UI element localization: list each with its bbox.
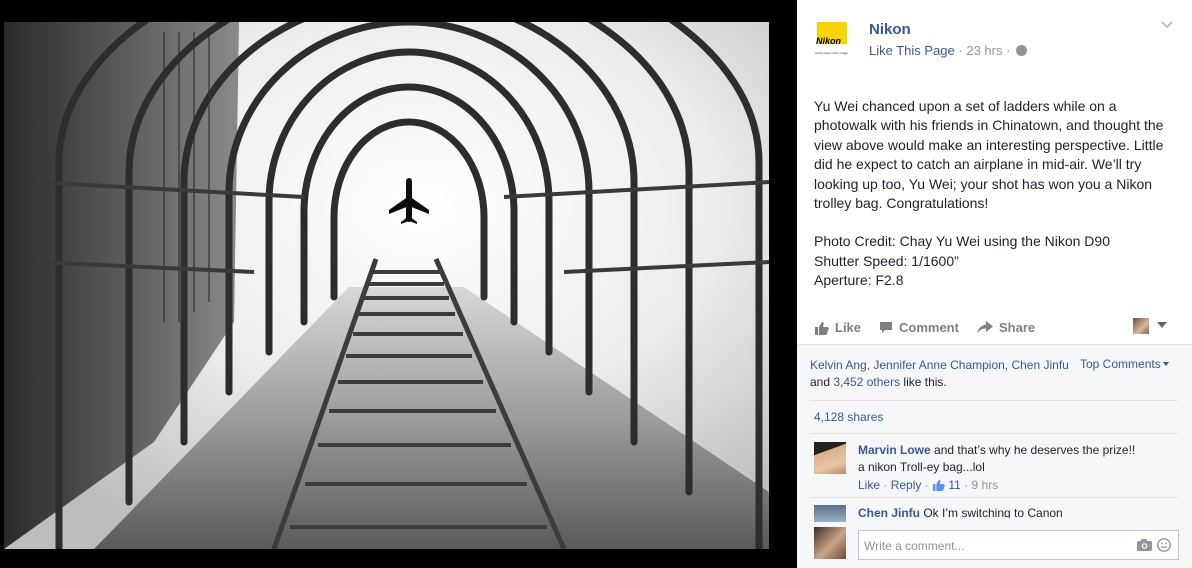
commenter-avatar[interactable] [814, 505, 846, 523]
comment-composer: Write a comment... [797, 522, 1192, 568]
comment-button[interactable]: Comment [879, 320, 959, 335]
post-timestamp[interactable]: 23 hrs [966, 43, 1002, 58]
comment-body: Marvin Lowe and that’s why he deserves t… [858, 442, 1138, 476]
comment-text: Ok I’m switching to Canon [920, 506, 1063, 518]
share-arrow-icon [977, 321, 993, 334]
comment-body: Chen Jinfu Ok I’m switching to Canon [858, 505, 1138, 518]
shares-count[interactable]: 4,128 shares [814, 410, 883, 424]
commenter-avatar[interactable] [814, 442, 846, 474]
camera-icon[interactable] [1137, 539, 1152, 551]
nikon-logo-tagline: At the heart of the image [815, 51, 848, 55]
nikon-logo-wordmark: Nikon [816, 36, 842, 46]
photo-pane [0, 0, 797, 568]
top-comments-dropdown[interactable]: Top Comments [1080, 357, 1169, 371]
post-photo[interactable] [4, 22, 769, 549]
photo-credit: Photo Credit: Chay Yu Wei using the Niko… [814, 233, 1110, 250]
comment-placeholder: Write a comment... [864, 539, 965, 553]
divider [810, 433, 1178, 434]
comment-meta: Like · Reply · 11 · 9 hrs [858, 478, 999, 492]
comment-author[interactable]: Chen Jinfu [858, 506, 920, 518]
meta-separator: · [958, 43, 963, 58]
likers-and: and [810, 375, 834, 389]
like-button[interactable]: Like [814, 320, 861, 335]
others-link[interactable]: 3,452 others [833, 375, 900, 389]
globe-icon [1016, 45, 1028, 56]
post-side-panel: Nikon At the heart of the image Nikon Li… [797, 0, 1192, 568]
post-body: Yu Wei chanced upon a set of ladders whi… [814, 98, 1164, 212]
thumbs-up-icon [932, 479, 945, 491]
comment-like-count[interactable]: 11 [948, 478, 960, 492]
top-comments-label: Top Comments [1080, 357, 1161, 371]
like-page-link[interactable]: Like This Page [869, 43, 955, 58]
dropdown-caret-icon [1162, 362, 1169, 366]
like-label: Like [835, 320, 862, 335]
aperture: Aperture: F2.8 [814, 272, 904, 289]
likers-names-link[interactable]: Kelvin Ang, Jennifer Anne Champion, Chen… [810, 358, 1069, 372]
comment-label: Comment [899, 320, 959, 335]
divider [810, 400, 1178, 401]
thumbs-up-icon [815, 321, 829, 335]
emoji-icon[interactable] [1157, 538, 1171, 552]
divider [810, 497, 1178, 498]
comment-time[interactable]: 9 hrs [972, 478, 999, 492]
comment-reply-link[interactable]: Reply [891, 478, 922, 492]
comment-input[interactable]: Write a comment... [858, 530, 1179, 560]
likers-tail: like this. [900, 375, 947, 389]
comment-author[interactable]: Marvin Lowe [858, 443, 931, 457]
comment-icon [880, 322, 892, 333]
shutter-speed: Shutter Speed: 1/1600” [814, 252, 959, 269]
post-meta: Like This Page · 23 hrs · [869, 43, 1028, 58]
meta-separator-2: · [1006, 43, 1011, 58]
post-as-avatar[interactable] [1133, 318, 1149, 334]
comment-like-link[interactable]: Like [858, 478, 880, 492]
share-button[interactable]: Share [977, 320, 1035, 335]
share-label: Share [999, 320, 1036, 335]
post-credits: Photo Credit: Chay Yu Wei using the Niko… [814, 232, 1176, 290]
likers-summary: Kelvin Ang, Jennifer Anne Champion, Chen… [810, 357, 1072, 391]
post-text: Yu Wei chanced upon a set of ladders whi… [814, 97, 1176, 291]
chevron-down-icon[interactable] [1160, 18, 1174, 32]
page-name[interactable]: Nikon [869, 21, 911, 38]
post-as-caret-icon[interactable] [1157, 322, 1167, 328]
page-avatar[interactable]: Nikon At the heart of the image [813, 20, 853, 60]
composer-avatar [814, 527, 846, 559]
